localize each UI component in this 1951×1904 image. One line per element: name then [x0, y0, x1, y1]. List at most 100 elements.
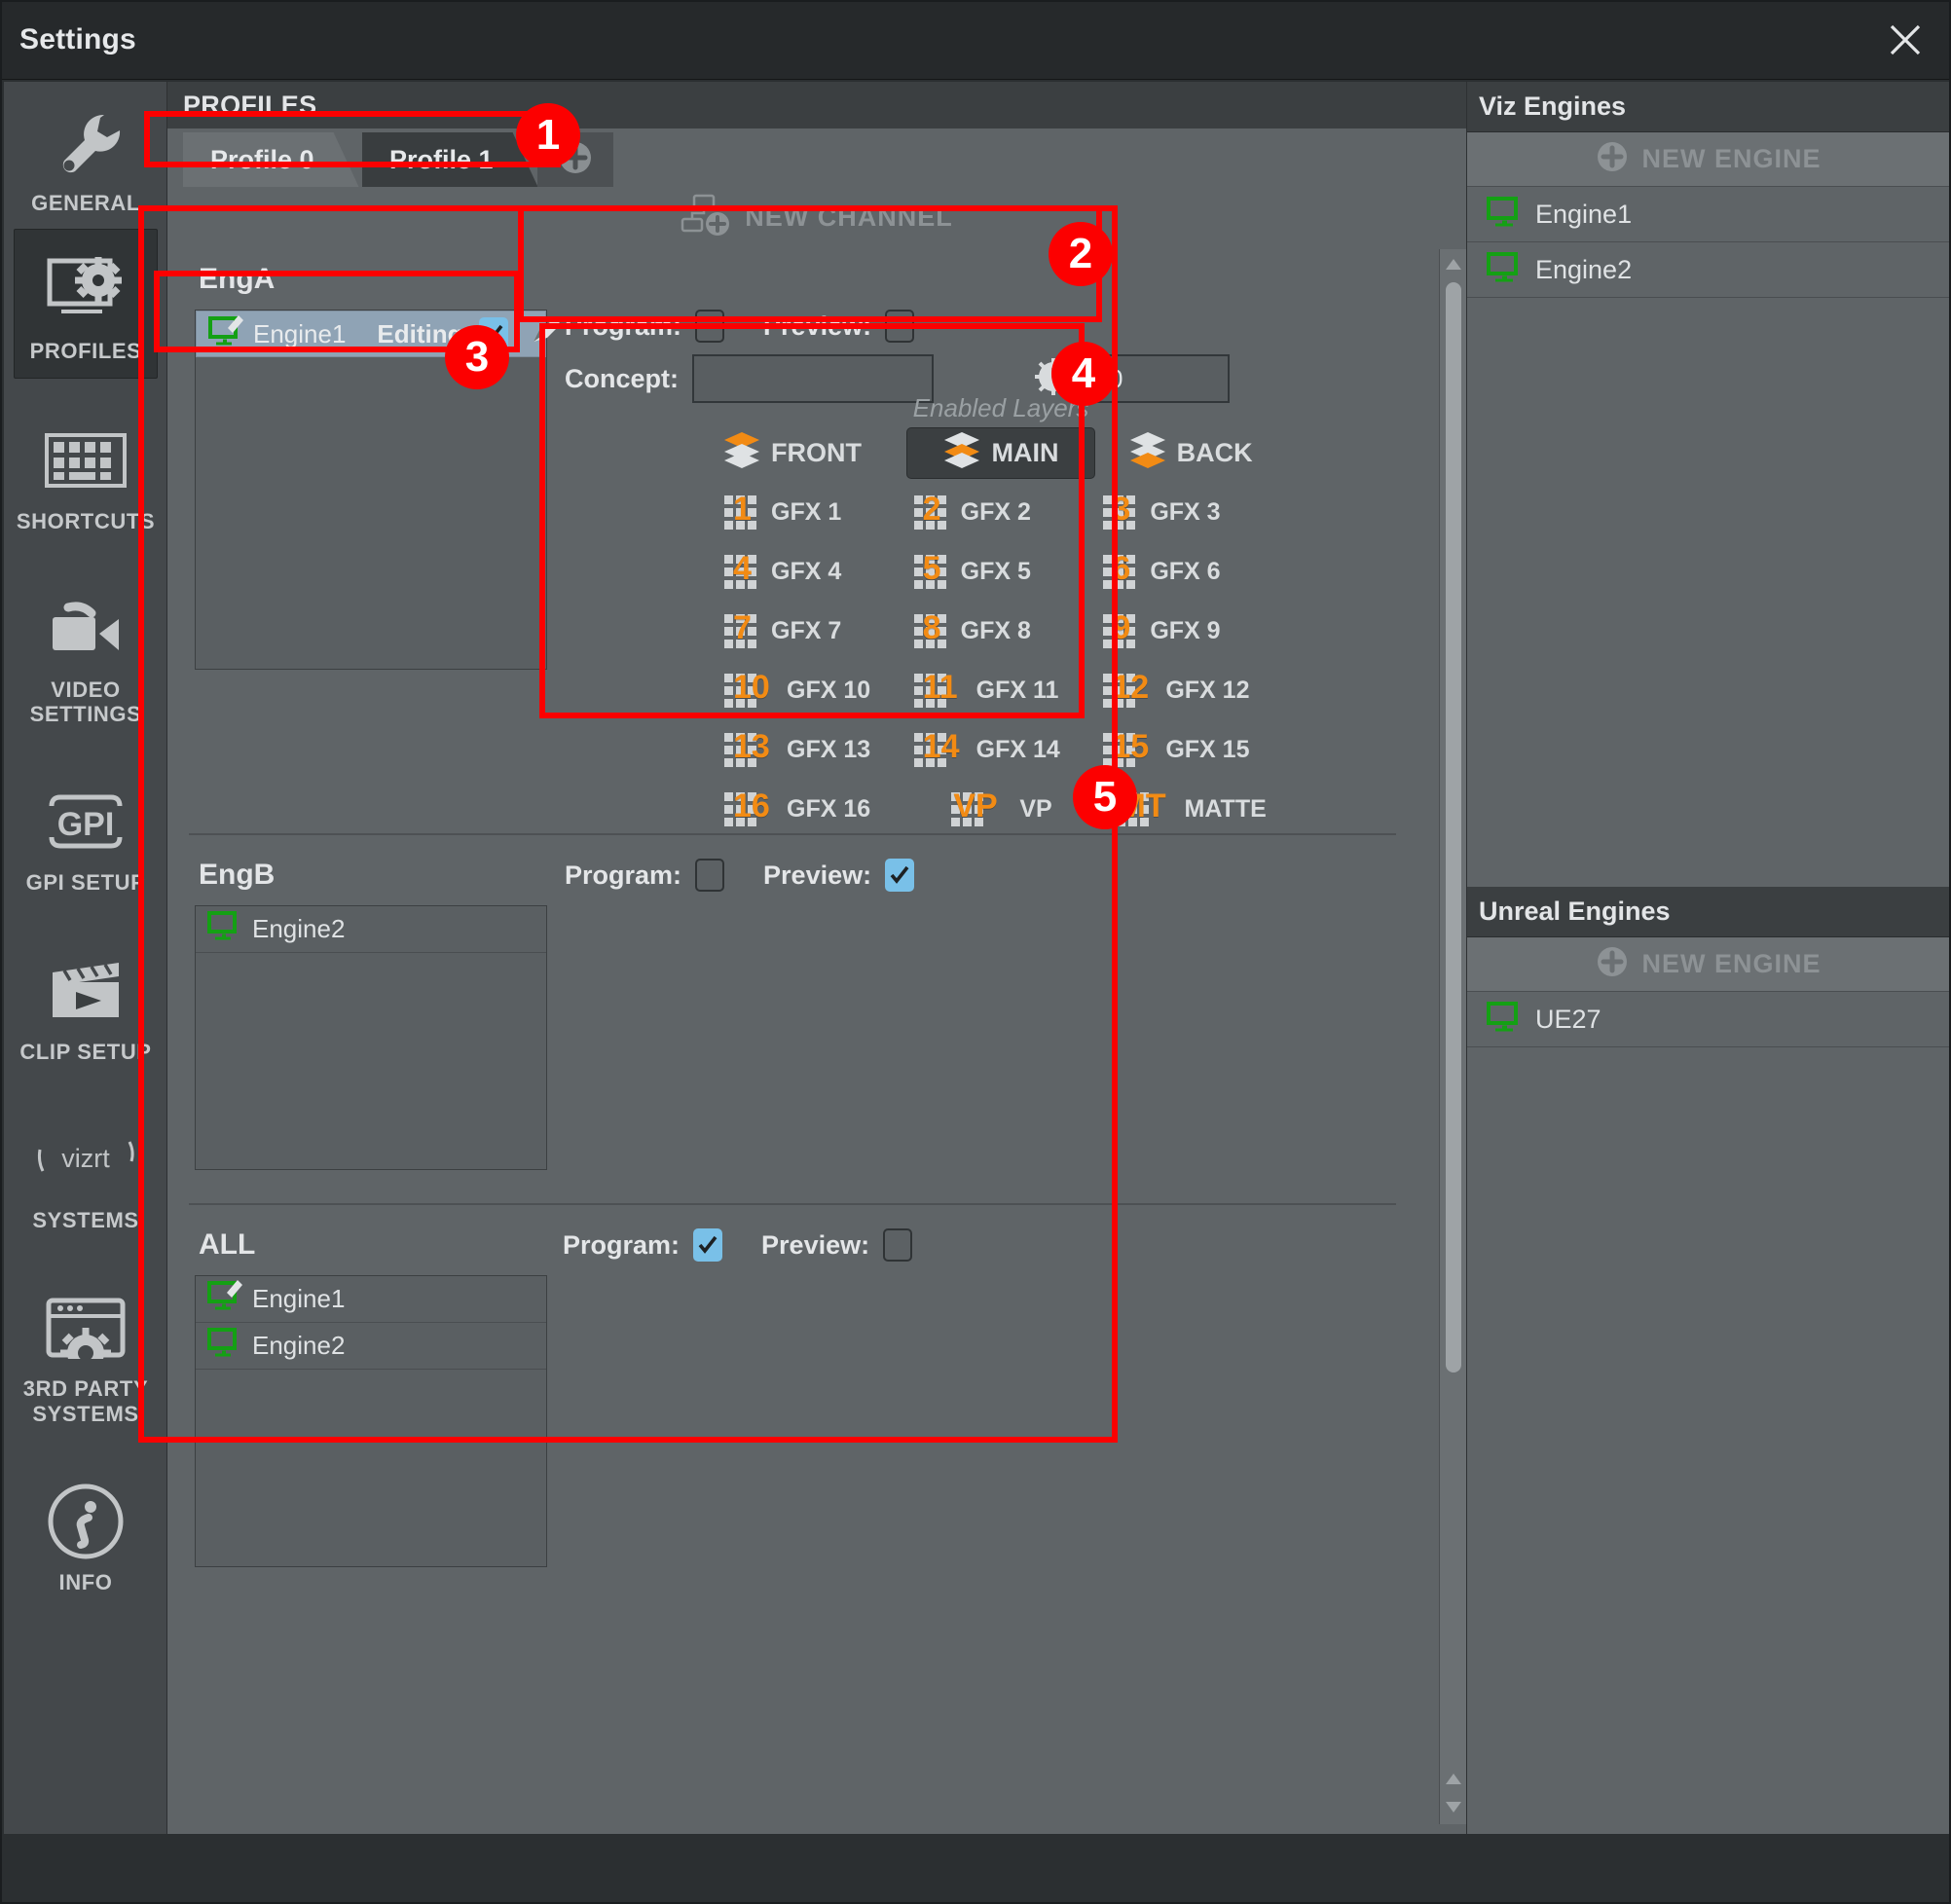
channels-scrollbar[interactable] — [1439, 249, 1466, 1824]
layer-gfx-14[interactable]: 14 GFX 14 — [906, 724, 1096, 776]
tab-profile-1[interactable]: Profile 1 — [362, 132, 538, 187]
gfx-number: 12 — [1112, 668, 1150, 706]
sidebar-item-systems[interactable]: vizrt SYSTEMS — [4, 1099, 167, 1246]
layer-back[interactable]: BACK — [1095, 427, 1285, 479]
gfx-number: 2 — [922, 490, 941, 528]
engines-panel: Viz Engines NEW ENGINE Engine1 Engine2 U… — [1466, 82, 1949, 1834]
channel-program-preview-row: Program: Preview: — [565, 310, 915, 343]
sidebar-item-3rd-party-systems[interactable]: 3RD PARTY SYSTEMS — [4, 1267, 167, 1440]
sidebar: GENERAL PROFILES SHORTCUTS VIDEO SETTING… — [4, 82, 167, 1834]
annotation-badge-1: 1 — [516, 103, 580, 167]
layer-gfx-2[interactable]: 2 GFX 2 — [906, 487, 1096, 538]
badge-label: 2 — [1068, 230, 1093, 277]
program-checkbox[interactable] — [695, 310, 725, 343]
layer-front[interactable]: FRONT — [717, 427, 906, 479]
viz-engine-row[interactable]: Engine1 — [1467, 187, 1949, 242]
channel-name: EngB — [199, 859, 276, 891]
unreal-engine-row[interactable]: UE27 — [1467, 992, 1949, 1047]
engine-row[interactable]: Engine2 — [196, 1323, 546, 1370]
channel-engine-list: Engine2 — [195, 905, 547, 1170]
layer-gfx-8[interactable]: 8 GFX 8 — [906, 605, 1096, 657]
layer-gfx-4[interactable]: 4 GFX 4 — [717, 546, 906, 598]
gfx-icon: 3 — [1101, 491, 1140, 532]
engine-name: Engine2 — [1535, 254, 1633, 284]
layer-label: MATTE — [1184, 795, 1267, 823]
scroll-up-arrow[interactable] — [1440, 249, 1467, 278]
sidebar-item-label: PROFILES — [29, 339, 142, 364]
layer-gfx-11[interactable]: 11 GFX 11 — [906, 665, 1096, 716]
sidebar-item-clip-setup[interactable]: CLIP SETUP — [4, 931, 167, 1078]
sidebar-item-info[interactable]: INFO — [4, 1461, 167, 1608]
close-icon[interactable] — [1871, 6, 1939, 74]
monitor-icon — [1487, 250, 1524, 290]
layer-label: GFX 16 — [787, 795, 871, 823]
layer-gfx-10[interactable]: 10 GFX 10 — [717, 665, 906, 716]
layer-label: GFX 12 — [1165, 677, 1250, 704]
gfx-number: 1 — [733, 490, 752, 528]
layer-gfx-13[interactable]: 13 GFX 13 — [717, 724, 906, 776]
preview-checkbox[interactable] — [885, 859, 915, 892]
layer-main[interactable]: MAIN — [905, 427, 1096, 479]
enabled-layers: Enabled Layers FRONT MAIN BACK 1 GFX 1 2… — [717, 393, 1285, 826]
layer-gfx-12[interactable]: 12 GFX 12 — [1095, 665, 1285, 716]
sidebar-item-general[interactable]: GENERAL — [4, 82, 167, 229]
layer-gfx-15[interactable]: 15 GFX 15 — [1095, 724, 1285, 776]
layer-gfx-3[interactable]: 3 GFX 3 — [1095, 487, 1285, 538]
engine-name: UE27 — [1535, 1004, 1601, 1034]
unreal-new-engine-label: NEW ENGINE — [1641, 949, 1822, 978]
layer-gfx-7[interactable]: 7 GFX 7 — [717, 605, 906, 657]
new-channel-icon — [681, 194, 735, 241]
layer-gfx-16[interactable]: 16 GFX 16 — [717, 784, 906, 835]
monitor-icon — [207, 909, 244, 949]
new-channel-button[interactable]: NEW CHANNEL — [167, 189, 1466, 245]
gfx-icon: 8 — [912, 609, 951, 651]
enabled-layers-grid: FRONT MAIN BACK 1 GFX 1 2 GFX 2 3 GFX 3 … — [717, 427, 1285, 835]
pencil-icon[interactable] — [530, 316, 563, 352]
viz-engine-row[interactable]: Engine2 — [1467, 242, 1949, 298]
preview-checkbox[interactable] — [883, 1228, 913, 1262]
program-checkbox[interactable] — [693, 1228, 723, 1262]
engine-row[interactable]: Engine2 — [196, 906, 546, 953]
viz-engines-header: Viz Engines — [1467, 82, 1949, 132]
sidebar-item-label: SHORTCUTS — [16, 508, 156, 533]
gfx-number: 16 — [733, 787, 770, 824]
layer-gfx-6[interactable]: 6 GFX 6 — [1095, 546, 1285, 598]
preview-label: Preview: — [763, 860, 872, 890]
gfx-icon: 14 — [912, 728, 959, 770]
sidebar-item-shortcuts[interactable]: SHORTCUTS — [4, 400, 167, 547]
layer-gfx-9[interactable]: 9 GFX 9 — [1095, 605, 1285, 657]
sidebar-item-video-settings[interactable]: VIDEO SETTINGS — [4, 568, 167, 741]
sidebar-item-profiles[interactable]: PROFILES — [14, 229, 158, 379]
unreal-engines-header: Unreal Engines — [1467, 887, 1949, 937]
layer-gfx-1[interactable]: 1 GFX 1 — [717, 487, 906, 538]
tab-label: Profile 0 — [210, 144, 314, 174]
channel-program-preview-row: Program: Preview: — [565, 859, 915, 892]
gfx-number: 9 — [1112, 608, 1131, 646]
video-camera-icon — [47, 584, 125, 674]
program-label: Program: — [563, 1229, 681, 1260]
program-label: Program: — [565, 311, 682, 341]
engine-row[interactable]: Engine1 — [196, 1276, 546, 1323]
viz-engines-title: Viz Engines — [1479, 92, 1627, 121]
layer-gfx-5[interactable]: 5 GFX 5 — [906, 546, 1096, 598]
keyboard-icon — [44, 416, 128, 505]
gfx-icon: 9 — [1101, 609, 1140, 651]
scroll-down-arrow[interactable] — [1440, 1793, 1467, 1822]
svg-text:GPI: GPI — [57, 806, 115, 843]
scrollbar-thumb[interactable] — [1446, 282, 1461, 1373]
viz-new-engine-label: NEW ENGINE — [1641, 144, 1822, 173]
program-checkbox[interactable] — [695, 859, 725, 892]
viz-new-engine-button[interactable]: NEW ENGINE — [1467, 132, 1949, 187]
layer-label: GFX 6 — [1150, 558, 1221, 585]
layer-front-icon — [722, 431, 761, 475]
scroll-up-arrow-bottom[interactable] — [1440, 1764, 1467, 1793]
unreal-new-engine-button[interactable]: NEW ENGINE — [1467, 937, 1949, 992]
sidebar-item-gpi-setup[interactable]: GPI GPI SETUP — [4, 761, 167, 908]
tab-profile-0[interactable]: Profile 0 — [183, 132, 359, 187]
layer-vp[interactable]: VP VP — [906, 784, 1096, 835]
gfx-number: 14 — [922, 727, 960, 765]
preview-checkbox[interactable] — [885, 310, 915, 343]
layer-label: BACK — [1176, 438, 1253, 467]
